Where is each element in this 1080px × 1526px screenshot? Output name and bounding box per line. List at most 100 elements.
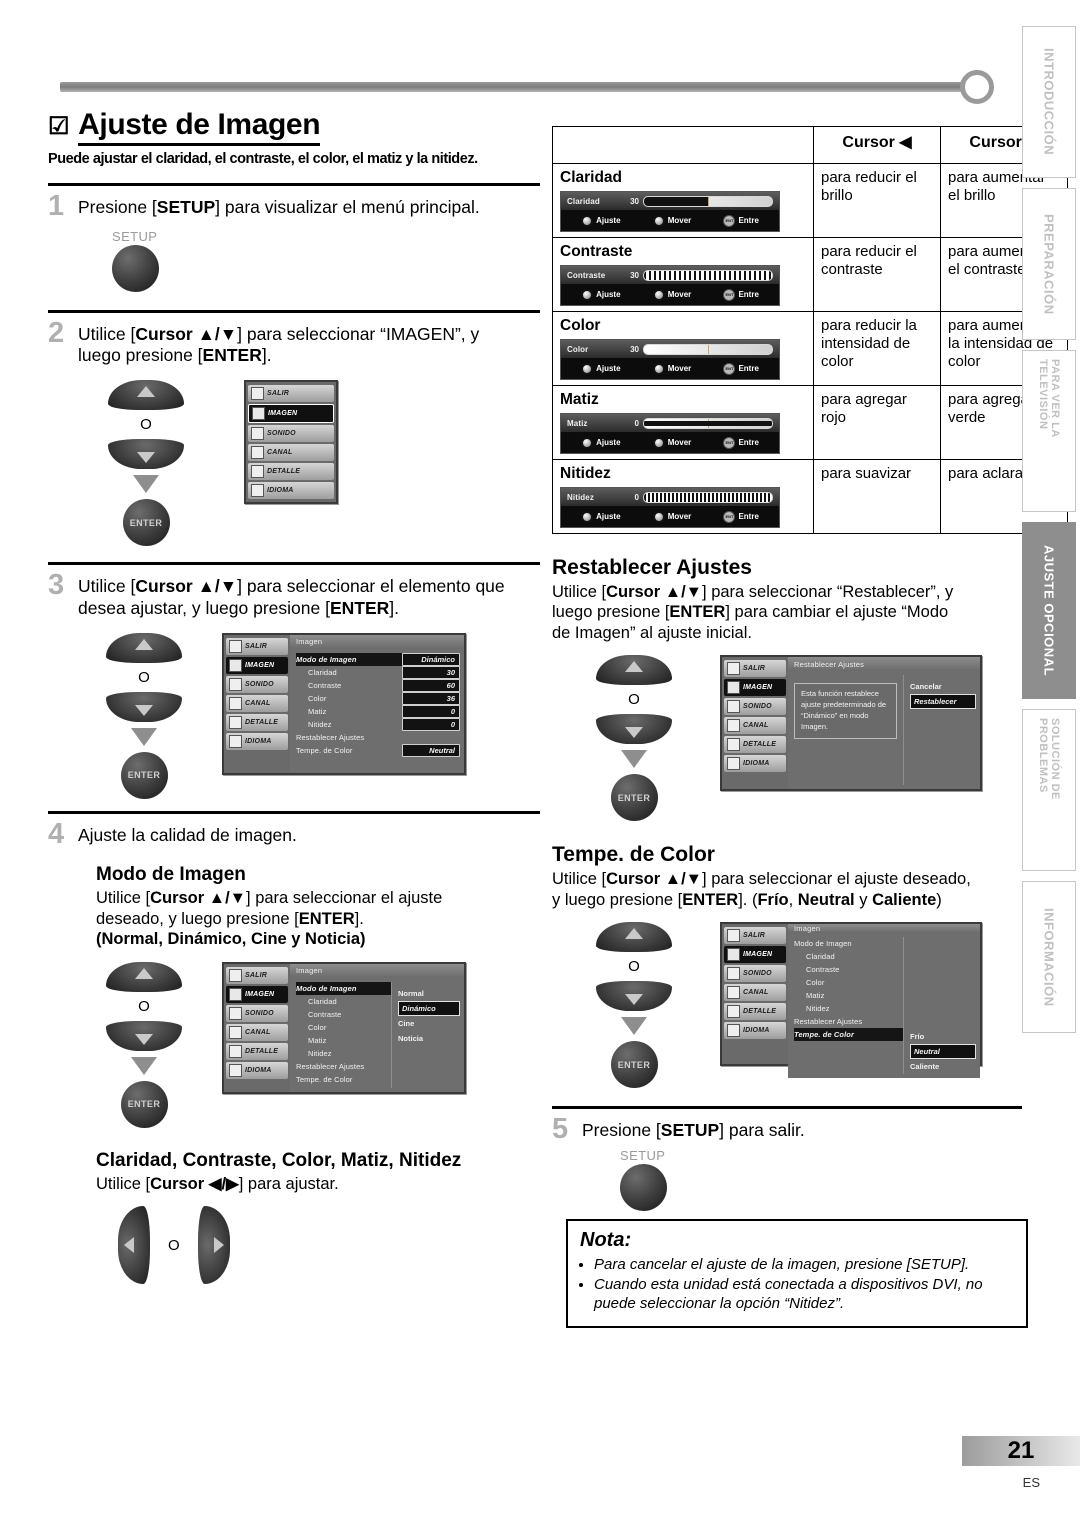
enter-button-icon[interactable]: ENTER — [120, 751, 168, 799]
osd-tab-imagen[interactable]: IMAGEN — [226, 656, 288, 674]
osd-option-cancelar[interactable]: Cancelar — [910, 679, 976, 694]
slider-track[interactable] — [643, 269, 773, 281]
cursor-right-icon[interactable] — [197, 1206, 230, 1285]
index-tab-introduccion[interactable]: INTRODUCCIÓN — [1022, 26, 1076, 178]
osd-item-restablecer-ajustes[interactable]: Restablecer Ajustes — [296, 731, 402, 744]
index-tab-preparacion[interactable]: PREPARACIÓN — [1022, 188, 1076, 340]
osd-tab-detalle[interactable]: DETALLE — [724, 736, 786, 754]
slider-track[interactable] — [643, 417, 773, 429]
osd-item-tempe-de-color[interactable]: Tempe. de Color — [296, 1073, 391, 1086]
osd-item-nitidez[interactable]: Nitidez — [794, 1002, 903, 1015]
index-tab-informacion[interactable]: INFORMACIÓN — [1022, 881, 1076, 1033]
cursor-left-icon[interactable] — [118, 1206, 150, 1285]
osd-option-dinamico[interactable]: Dinámico — [398, 1000, 460, 1016]
osd-tab-idioma[interactable]: IDIOMA — [248, 482, 334, 500]
osd-item-restablecer-ajustes[interactable]: Restablecer Ajustes — [794, 1015, 903, 1028]
osd-item-modo-de-imagen[interactable]: Modo de Imagen — [794, 937, 903, 950]
language-code: ES — [1022, 1475, 1040, 1490]
osd-item-contraste[interactable]: Contraste — [794, 963, 903, 976]
osd-tab-salir[interactable]: SALIR — [226, 637, 288, 655]
index-tab-ajuste-opcional[interactable]: AJUSTE OPCIONAL — [1022, 522, 1076, 699]
osd-tab-salir[interactable]: SALIR — [724, 927, 786, 945]
osd-item-color[interactable]: Color — [296, 692, 402, 705]
cursor-up-icon[interactable] — [108, 380, 184, 411]
osd-item-contraste[interactable]: Contraste — [296, 679, 402, 692]
osd-tab-sonido[interactable]: SONIDO — [226, 1004, 288, 1022]
osd-tab-imagen[interactable]: IMAGEN — [724, 946, 786, 964]
osd-option-noticia[interactable]: Noticia — [398, 1031, 460, 1046]
osd-tab-idioma[interactable]: IDIOMA — [724, 755, 786, 773]
osd-item-tempe-de-color[interactable]: Tempe. de Color — [794, 1028, 903, 1042]
osd-tab-imagen[interactable]: IMAGEN — [226, 985, 288, 1003]
osd-tab-idioma[interactable]: IDIOMA — [226, 1061, 288, 1079]
osd-option-restablecer[interactable]: Restablecer — [910, 694, 976, 710]
setup-button-icon[interactable] — [620, 1163, 667, 1211]
osd-tab-canal[interactable]: CANAL — [226, 1023, 288, 1041]
setup-button-icon[interactable] — [112, 244, 159, 292]
osd-item-claridad[interactable]: Claridad — [296, 666, 402, 679]
osd-tab-canal[interactable]: CANAL — [248, 444, 334, 462]
osd-tab-detalle[interactable]: DETALLE — [226, 1042, 288, 1060]
slider-keyhints: Ajuste Mover ENT Entre — [561, 210, 779, 231]
cursor-down-icon[interactable] — [596, 714, 672, 745]
osd-tab-sonido[interactable]: SONIDO — [724, 698, 786, 716]
osd-tab-imagen[interactable]: IMAGEN — [248, 404, 334, 424]
osd-item-nitidez[interactable]: Nitidez — [296, 1047, 391, 1060]
osd-tab-sonido[interactable]: SONIDO — [724, 965, 786, 983]
osd-item-matiz[interactable]: Matiz — [296, 705, 402, 718]
osd-title: Restablecer Ajustes — [788, 657, 980, 672]
osd-tab-sonido[interactable]: SONIDO — [248, 425, 334, 443]
osd-item-matiz[interactable]: Matiz — [296, 1034, 391, 1047]
step-3: 3 Utilice [Cursor ▲/▼] para seleccionar … — [48, 562, 540, 799]
osd-item-tempe-de-color[interactable]: Tempe. de Color — [296, 744, 402, 757]
osd-option-cine[interactable]: Cine — [398, 1016, 460, 1031]
osd-item-contraste[interactable]: Contraste — [296, 1008, 391, 1021]
step-3-number: 3 — [48, 569, 65, 602]
osd-option-normal[interactable]: Normal — [398, 986, 460, 1001]
osd-tab-detalle[interactable]: DETALLE — [724, 1003, 786, 1021]
osd-item-modo-de-imagen[interactable]: Modo de Imagen — [296, 981, 391, 995]
osd-tab-salir[interactable]: SALIR — [724, 660, 786, 678]
osd-item-color[interactable]: Color — [296, 1021, 391, 1034]
enter-button-icon[interactable]: ENTER — [610, 774, 658, 822]
osd-item-nitidez[interactable]: Nitidez — [296, 718, 402, 731]
osd-item-claridad[interactable]: Claridad — [296, 995, 391, 1008]
osd-tab-salir[interactable]: SALIR — [226, 966, 288, 984]
cursor-down-icon[interactable] — [108, 439, 184, 470]
slider-track[interactable] — [643, 491, 773, 503]
cursor-up-icon[interactable] — [596, 655, 672, 686]
cursor-down-icon[interactable] — [106, 691, 182, 722]
osd-option-neutral[interactable]: Neutral — [910, 1044, 976, 1060]
osd-title: Imagen — [290, 634, 464, 649]
osd-option-caliente[interactable]: Caliente — [910, 1059, 976, 1074]
osd-item-color[interactable]: Color — [794, 976, 903, 989]
cursor-up-icon[interactable] — [106, 632, 182, 663]
osd-tab-canal[interactable]: CANAL — [724, 984, 786, 1002]
osd-tab-canal[interactable]: CANAL — [724, 717, 786, 735]
or-label: O — [168, 1236, 180, 1254]
osd-tab-sonido[interactable]: SONIDO — [226, 675, 288, 693]
index-tab-para-ver-la-television[interactable]: PARA VER LA TELEVISIÓN — [1022, 350, 1076, 512]
osd-option-frio[interactable]: Frío — [910, 1029, 976, 1044]
osd-tab-idioma[interactable]: IDIOMA — [724, 1022, 786, 1040]
enter-button-icon[interactable]: ENTER — [120, 1080, 168, 1128]
cursor-down-icon[interactable] — [596, 981, 672, 1012]
osd-item-restablecer-ajustes[interactable]: Restablecer Ajustes — [296, 1060, 391, 1073]
cursor-down-icon[interactable] — [106, 1020, 182, 1051]
index-tab-solucion-de-problemas[interactable]: SOLUCIÓN DE PROBLEMAS — [1022, 709, 1076, 871]
osd-tab-canal[interactable]: CANAL — [226, 694, 288, 712]
slider-track[interactable] — [643, 343, 773, 355]
enter-button-icon[interactable]: ENTER — [610, 1041, 658, 1089]
cursor-up-icon[interactable] — [106, 961, 182, 992]
osd-tab-detalle[interactable]: DETALLE — [248, 463, 334, 481]
osd-tab-idioma[interactable]: IDIOMA — [226, 732, 288, 750]
osd-item-claridad[interactable]: Claridad — [794, 950, 903, 963]
slider-track[interactable] — [643, 195, 773, 207]
osd-item-matiz[interactable]: Matiz — [794, 989, 903, 1002]
enter-button-icon[interactable]: ENTER — [122, 499, 170, 547]
osd-item-modo-de-imagen[interactable]: Modo de Imagen — [296, 652, 402, 666]
cursor-up-icon[interactable] — [596, 922, 672, 953]
osd-tab-detalle[interactable]: DETALLE — [226, 713, 288, 731]
osd-tab-salir[interactable]: SALIR — [248, 385, 334, 403]
osd-tab-imagen[interactable]: IMAGEN — [724, 679, 786, 697]
